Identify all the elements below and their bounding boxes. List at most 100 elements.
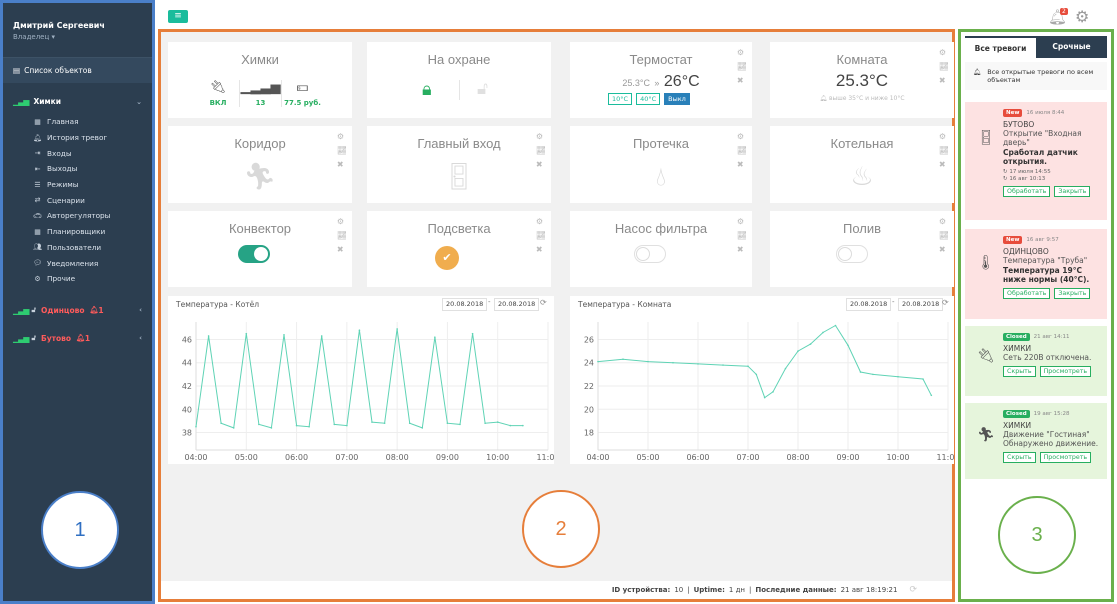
thermostat-readout: 25.3°C » 26°C (570, 73, 752, 91)
tab-all-alerts[interactable]: Все тревоги (965, 36, 1036, 58)
chart-icon[interactable]: 📈︎ (536, 231, 546, 240)
object-name: Одинцово (41, 305, 85, 315)
data-point (446, 422, 449, 425)
object-group-butovo[interactable]: ▁▃▅ 🔓︎ Бутово 🔔︎ 1 ‹ (3, 326, 152, 351)
date-from-input[interactable]: 20.08.2018 (846, 298, 892, 311)
tile-corridor[interactable]: Коридор 🏃︎ ⚙ 📈︎ ✖ (168, 126, 352, 203)
tile-watering[interactable]: Полив ⚙ 📈︎ ✖ (770, 211, 954, 287)
tile-guard[interactable]: На охране 🔒︎ 🔓︎ (367, 42, 551, 118)
alert-card[interactable]: 🔌︎ Closed 21 авг 14:11 ХИМКИ Сеть 220В от… (965, 326, 1107, 396)
chart-icon[interactable]: 📈︎ (337, 231, 347, 240)
chart-icon[interactable]: 📈︎ (939, 146, 949, 155)
sidebar-item-3[interactable]: ⇤ Выходы (3, 161, 152, 177)
sync-icon[interactable]: ⟳ (909, 585, 917, 595)
close-button[interactable]: Закрыть (1054, 186, 1091, 197)
refresh-icon[interactable]: ⟳ (540, 298, 547, 307)
tile-room[interactable]: Комната 25.3°C 🔔︎ выше 35°C и ниже 10°C … (770, 42, 954, 118)
check-icon[interactable]: ✔ (435, 246, 459, 270)
chart-icon[interactable]: 📈︎ (536, 146, 546, 155)
user-role-dropdown[interactable]: Владелец ▾ (13, 33, 142, 41)
chart-icon[interactable]: 📈︎ (737, 62, 747, 71)
close-icon[interactable]: ✖ (737, 160, 747, 169)
sidebar-item-8[interactable]: 👥︎ Пользователи (3, 240, 152, 256)
refresh-icon[interactable]: ⟳ (942, 298, 949, 307)
alert-card[interactable]: 🚪︎ New 16 июля 8:44 БУТОВО Открытие "Вход… (965, 102, 1107, 220)
off-button[interactable]: Выкл (664, 93, 690, 105)
gear-icon[interactable]: ⚙ (939, 132, 949, 141)
view-button[interactable]: Просмотреть (1039, 452, 1092, 463)
close-icon[interactable]: ✖ (939, 245, 949, 254)
tile-thermostat[interactable]: Термостат 25.3°C » 26°C 10°C 40°C Выкл ⚙… (570, 42, 752, 118)
watering-toggle[interactable] (836, 245, 868, 263)
settings-gear-icon[interactable]: ⚙ (1075, 7, 1089, 26)
toggle-knob (838, 247, 852, 261)
close-button[interactable]: Закрыть (1054, 288, 1091, 299)
chart-icon[interactable]: 📈︎ (939, 231, 949, 240)
tile-title: Химки (241, 52, 279, 67)
close-icon[interactable]: ✖ (536, 245, 546, 254)
gear-icon[interactable]: ⚙ (536, 132, 546, 141)
sidebar-item-6[interactable]: 🚗︎ Авторегуляторы (3, 208, 152, 224)
alert-card[interactable]: 🏃︎ Closed 19 авг 15:28 ХИМКИ Движение "Го… (965, 403, 1107, 479)
gear-icon[interactable]: ⚙ (737, 132, 747, 141)
gear-icon[interactable]: ⚙ (939, 217, 949, 226)
gear-icon[interactable]: ⚙ (536, 217, 546, 226)
date-from-input[interactable]: 20.08.2018 (442, 298, 488, 311)
chart-icon[interactable]: 📈︎ (337, 146, 347, 155)
pump-toggle[interactable] (634, 245, 666, 263)
object-group-odintsovo[interactable]: ▁▃▅ 🔓︎ Одинцово 🔔︎ 1 ‹ (3, 298, 152, 323)
user-block[interactable]: Дмитрий Сергеевич Владелец ▾ (3, 3, 152, 51)
lock-open-icon[interactable]: 🔓︎ (477, 79, 488, 99)
tile-title: Насос фильтра (614, 221, 708, 236)
tile-boiler[interactable]: Котельная ♨ ⚙ 📈︎ ✖ (770, 126, 954, 203)
preset-10-button[interactable]: 10°C (608, 93, 633, 105)
all-open-alerts-link[interactable]: 🔔︎ Все открытые тревоги по всем объектам (965, 62, 1107, 90)
x-tick-label: 09:00 (436, 453, 459, 462)
process-button[interactable]: Обработать (1003, 186, 1051, 197)
view-button[interactable]: Просмотреть (1039, 366, 1092, 377)
tile-backlight[interactable]: Подсветка ✔ ⚙ 📈︎ ✖ (367, 211, 551, 287)
close-icon[interactable]: ✖ (337, 245, 347, 254)
sidebar-item-0[interactable]: ▦ Главная (3, 114, 152, 130)
sidebar-item-1[interactable]: 🔔︎ История тревог (3, 130, 152, 146)
sidebar-item-4[interactable]: ☰ Режимы (3, 177, 152, 193)
close-icon[interactable]: ✖ (939, 76, 949, 85)
gear-icon[interactable]: ⚙ (337, 132, 347, 141)
chevron-left-icon: ‹ (139, 306, 142, 315)
close-icon[interactable]: ✖ (737, 76, 747, 85)
tile-pump[interactable]: Насос фильтра ⚙ 📈︎ ✖ (570, 211, 752, 287)
chart-icon[interactable]: 📈︎ (939, 62, 949, 71)
close-icon[interactable]: ✖ (536, 160, 546, 169)
gear-icon[interactable]: ⚙ (737, 217, 747, 226)
object-group-khimki[interactable]: ▁▃▅ Химки ⌄ (3, 89, 152, 114)
hide-button[interactable]: Скрыть (1003, 366, 1036, 377)
sidebar-item-7[interactable]: ▦ Планировщики (3, 224, 152, 240)
tile-leak[interactable]: Протечка 💧︎ ⚙ 📈︎ ✖ (570, 126, 752, 203)
objects-list-link[interactable]: ▤ Список объектов (3, 58, 152, 83)
sidebar-item-5[interactable]: ⇄ Сценарии (3, 192, 152, 208)
sidebar-item-9[interactable]: 💬︎ Уведомления (3, 255, 152, 271)
tile-main-entrance[interactable]: Главный вход 🚪︎ ⚙ 📈︎ ✖ (367, 126, 551, 203)
close-icon[interactable]: ✖ (939, 160, 949, 169)
process-button[interactable]: Обработать (1003, 288, 1051, 299)
menu-toggle-button[interactable]: ≡ (168, 10, 188, 23)
lock-closed-icon[interactable]: 🔒︎ (422, 79, 432, 100)
hide-button[interactable]: Скрыть (1003, 452, 1036, 463)
date-to-input[interactable]: 20.08.2018 (898, 298, 944, 311)
chart-icon[interactable]: 📈︎ (737, 146, 747, 155)
close-icon[interactable]: ✖ (337, 160, 347, 169)
close-icon[interactable]: ✖ (737, 245, 747, 254)
preset-40-button[interactable]: 40°C (636, 93, 661, 105)
gear-icon[interactable]: ⚙ (337, 217, 347, 226)
sidebar-item-10[interactable]: ⚙ Прочие (3, 271, 152, 287)
gear-icon[interactable]: ⚙ (939, 48, 949, 57)
date-to-input[interactable]: 20.08.2018 (494, 298, 540, 311)
convector-toggle[interactable] (238, 245, 270, 263)
chart-icon[interactable]: 📈︎ (737, 231, 747, 240)
sidebar-item-2[interactable]: ⇥ Входы (3, 145, 152, 161)
tab-urgent[interactable]: Срочные (1036, 36, 1107, 58)
gear-icon[interactable]: ⚙ (737, 48, 747, 57)
alert-card[interactable]: 🌡︎ New 16 авг 9:57 ОДИНЦОВО Температура "… (965, 229, 1107, 319)
tile-convector[interactable]: Конвектор ⚙ 📈︎ ✖ (168, 211, 352, 287)
tile-khimki[interactable]: Химки 🔌︎ ВКЛ ▁▂▃▅ 13 💵︎ 77.5 руб. (168, 42, 352, 118)
